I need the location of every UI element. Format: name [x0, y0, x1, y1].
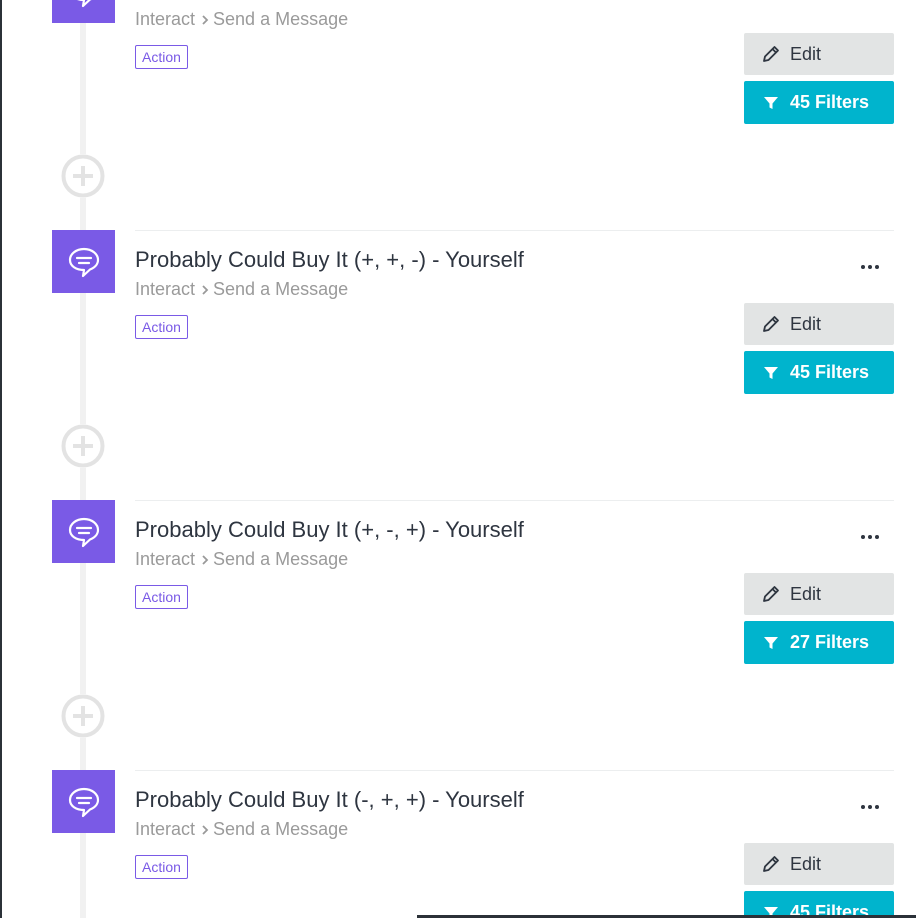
- breadcrumb: Interact Send a Message: [135, 819, 348, 840]
- more-options-icon: [861, 535, 865, 539]
- filters-button[interactable]: 45 Filters: [744, 891, 894, 918]
- step-icon-tile[interactable]: [52, 0, 115, 23]
- step-icon-tile[interactable]: [52, 230, 115, 293]
- action-tag: Action: [135, 45, 188, 69]
- breadcrumb-child: Send a Message: [213, 819, 349, 839]
- step-icon-tile[interactable]: [52, 500, 115, 563]
- edit-label: Edit: [790, 853, 822, 874]
- filters-button[interactable]: 27 Filters: [744, 621, 894, 664]
- step-divider: [135, 770, 894, 771]
- breadcrumb-parent: Interact: [135, 549, 196, 569]
- chevron-right-icon: [201, 554, 209, 566]
- breadcrumb-child: Send a Message: [213, 9, 349, 29]
- pencil-icon: [760, 44, 782, 64]
- add-step-button[interactable]: [61, 154, 105, 198]
- filters-label: 45 Filters: [790, 362, 870, 382]
- more-options-button[interactable]: [856, 0, 884, 8]
- filters-label: 45 Filters: [790, 92, 870, 112]
- breadcrumb-child: Send a Message: [213, 279, 349, 299]
- more-options-button[interactable]: [856, 256, 884, 278]
- edit-label: Edit: [790, 313, 822, 334]
- step-title[interactable]: Probably Could Buy It (+, -, +) - Yourse…: [135, 517, 524, 543]
- step-divider: [135, 500, 894, 501]
- filters-label: 27 Filters: [790, 632, 870, 652]
- action-tag: Action: [135, 315, 188, 339]
- edit-button[interactable]: Edit: [744, 303, 894, 345]
- breadcrumb-parent: Interact: [135, 819, 196, 839]
- breadcrumb-parent: Interact: [135, 9, 196, 29]
- add-step-button[interactable]: [61, 424, 105, 468]
- message-bubble-icon: [68, 247, 99, 277]
- pencil-icon: [760, 854, 782, 874]
- plus-circle-icon: [61, 424, 105, 468]
- step-divider: [135, 230, 894, 231]
- edit-button[interactable]: Edit: [744, 573, 894, 615]
- step-icon-tile[interactable]: [52, 770, 115, 833]
- breadcrumb-child: Send a Message: [213, 549, 349, 569]
- plus-circle-icon: [61, 154, 105, 198]
- filter-funnel-icon: [760, 635, 782, 651]
- filter-funnel-icon: [760, 365, 782, 381]
- edit-button[interactable]: Edit: [744, 33, 894, 75]
- breadcrumb: Interact Send a Message: [135, 9, 348, 30]
- chevron-right-icon: [201, 824, 209, 836]
- chevron-right-icon: [201, 284, 209, 296]
- breadcrumb: Interact Send a Message: [135, 279, 348, 300]
- edit-label: Edit: [790, 43, 822, 64]
- edit-button[interactable]: Edit: [744, 843, 894, 885]
- message-bubble-icon: [68, 787, 99, 817]
- plus-circle-icon: [61, 694, 105, 738]
- more-options-button[interactable]: [856, 526, 884, 548]
- pencil-icon: [760, 584, 782, 604]
- message-bubble-icon: [78, 0, 91, 7]
- breadcrumb: Interact Send a Message: [135, 549, 348, 570]
- add-step-button[interactable]: [61, 694, 105, 738]
- more-options-button[interactable]: [856, 796, 884, 818]
- chevron-right-icon: [201, 14, 209, 26]
- step-title[interactable]: Probably Could Buy It (-, +, +) - Yourse…: [135, 787, 524, 813]
- action-tag: Action: [135, 855, 188, 879]
- action-tag: Action: [135, 585, 188, 609]
- pencil-icon: [760, 314, 782, 334]
- filters-button[interactable]: 45 Filters: [744, 81, 894, 124]
- filter-funnel-icon: [760, 95, 782, 111]
- journey-step: Probably Could Buy It (+, -, +) - Yourse…: [0, 500, 916, 770]
- window-edge-left: [0, 0, 2, 918]
- journey-step: Interact Send a Message Action Edit 45 F…: [0, 0, 916, 230]
- more-options-icon: [861, 805, 865, 809]
- message-bubble-icon: [68, 517, 99, 547]
- step-title[interactable]: Probably Could Buy It (+, +, -) - Yourse…: [135, 247, 524, 273]
- journey-step: Probably Could Buy It (-, +, +) - Yourse…: [0, 770, 916, 918]
- edit-label: Edit: [790, 583, 822, 604]
- more-options-icon: [861, 265, 865, 269]
- filters-button[interactable]: 45 Filters: [744, 351, 894, 394]
- breadcrumb-parent: Interact: [135, 279, 196, 299]
- journey-step: Probably Could Buy It (+, +, -) - Yourse…: [0, 230, 916, 500]
